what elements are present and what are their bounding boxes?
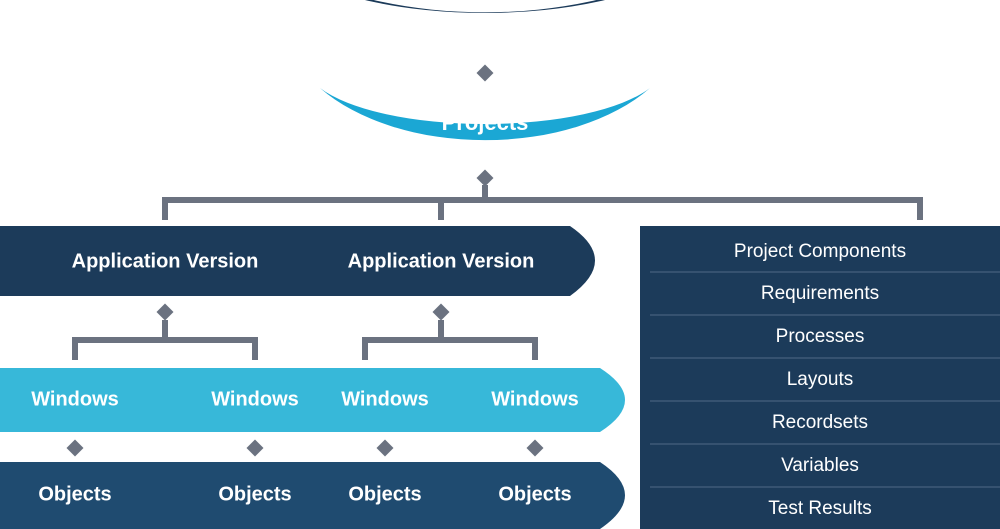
hierarchy-diagram: Certify Projects Application Version App… [0, 0, 1000, 529]
connector-fork-1 [75, 320, 255, 360]
label-objects-4: Objects [498, 483, 571, 505]
label-component-2: Layouts [787, 369, 854, 390]
connector-diamond [247, 440, 264, 457]
label-objects-1: Objects [38, 483, 111, 505]
label-objects-3: Objects [348, 483, 421, 505]
label-certify: Certify [450, 21, 520, 46]
connector-fork-2 [365, 320, 535, 360]
connector-diamond [527, 440, 544, 457]
connector-diamond [477, 170, 494, 187]
row-objects: Objects Objects Objects Objects [0, 462, 625, 529]
connector-diamond [157, 304, 174, 321]
label-projects: Projects [442, 110, 529, 135]
node-certify: Certify [290, 0, 680, 46]
connector-diamond [433, 304, 450, 321]
label-component-0: Requirements [761, 283, 879, 304]
label-app-version-2: Application Version [348, 250, 535, 272]
label-windows-4: Windows [491, 388, 579, 410]
row-windows: Windows Windows Windows Windows [0, 368, 625, 432]
connector-diamond [377, 440, 394, 457]
connector-diamond [477, 65, 494, 82]
label-windows-3: Windows [341, 388, 429, 410]
connector-top-bar [165, 185, 920, 220]
label-app-version-1: Application Version [72, 250, 259, 272]
label-windows-2: Windows [211, 388, 299, 410]
connector-diamond [67, 440, 84, 457]
label-windows-1: Windows [31, 388, 119, 410]
label-objects-2: Objects [218, 483, 291, 505]
label-component-1: Processes [776, 326, 865, 347]
node-projects: Projects [320, 88, 650, 140]
label-component-4: Variables [781, 455, 859, 476]
label-components-header: Project Components [734, 241, 906, 262]
label-component-5: Test Results [768, 498, 871, 519]
panel-project-components: Project Components Requirements Processe… [640, 226, 1000, 529]
row-app-versions: Application Version Application Version [0, 226, 595, 296]
label-component-3: Recordsets [772, 412, 868, 433]
